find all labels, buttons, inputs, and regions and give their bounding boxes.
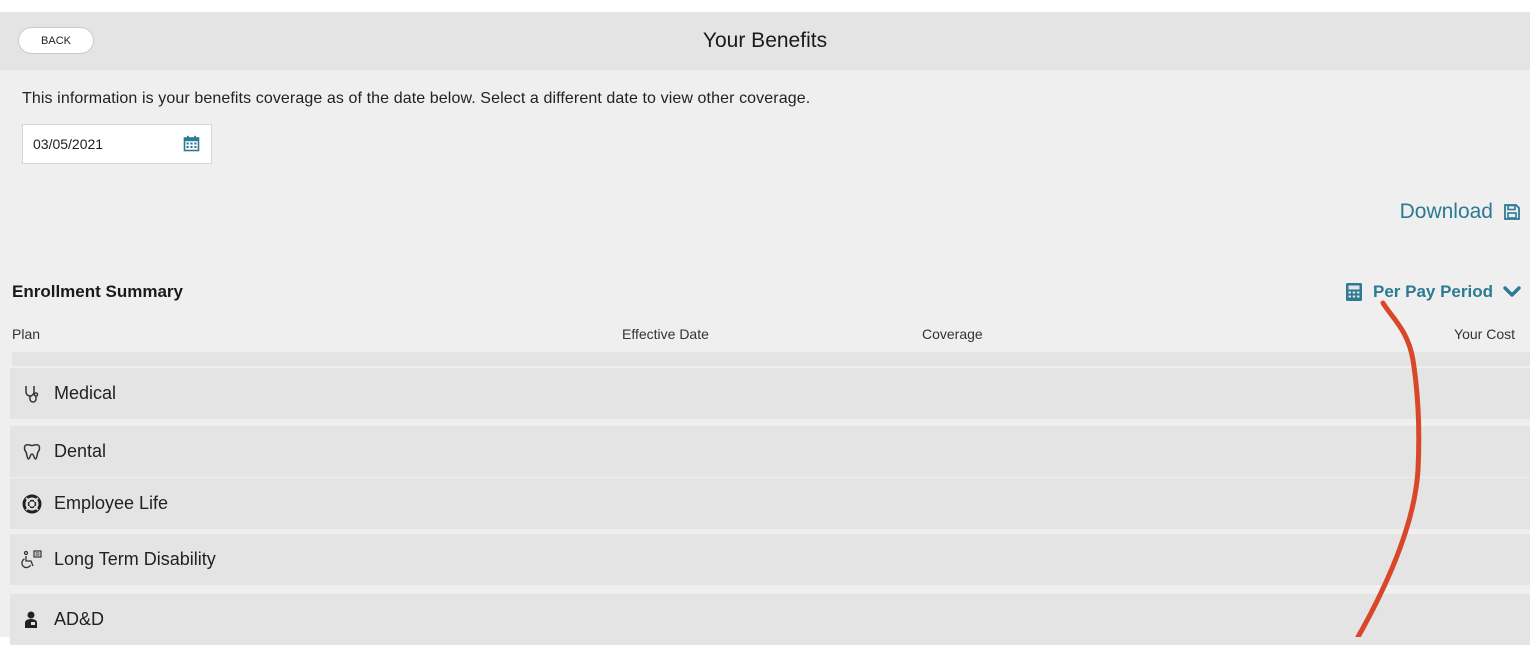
chevron-down-icon [1503,286,1521,297]
plan-label: Long Term Disability [54,549,216,569]
wheelchair-icon [20,548,44,572]
pay-period-selector[interactable]: Per Pay Period [1345,282,1521,302]
plan-row-dental[interactable]: Dental [10,426,1530,477]
coverage-date-field[interactable]: 03/05/2021 [22,124,212,164]
calculator-icon [1345,283,1362,301]
plan-label: Dental [54,441,107,461]
pay-period-label: Per Pay Period [1372,282,1493,301]
stethoscope-icon [20,382,44,406]
plan-row-medical[interactable]: Medical [10,368,1530,419]
column-header-plan: Plan [12,326,41,342]
page-title: Your Benefits [702,29,828,52]
date-value: 03/05/2021 [33,136,104,152]
download-label: Download [1399,200,1493,223]
enrollment-summary-title: Enrollment Summary [12,282,183,301]
column-header-coverage: Coverage [922,326,983,342]
header-bar: BACK Your Benefits [0,12,1530,70]
plan-label: AD&D [54,609,105,629]
table-header-divider [12,352,1530,366]
plan-row-add[interactable]: AD&D [10,594,1530,645]
column-header-your-cost: Your Cost [1454,326,1515,342]
calendar-icon[interactable] [183,135,200,152]
plan-row-employee-life[interactable]: Employee Life [10,478,1530,529]
plan-label: Medical [54,383,117,403]
coverage-info-text: This information is your benefits covera… [22,90,811,107]
floppy-disk-icon [1504,204,1520,220]
plan-row-long-term-disability[interactable]: Long Term Disability [10,534,1530,585]
life-ring-icon [20,492,44,516]
column-header-effective-date: Effective Date [622,326,709,342]
plan-label: Employee Life [54,493,169,513]
person-badge-icon [20,608,44,632]
page: BACK Your Benefits This information is y… [0,0,1537,645]
tooth-icon [20,440,44,464]
download-link[interactable]: Download [1400,200,1521,224]
